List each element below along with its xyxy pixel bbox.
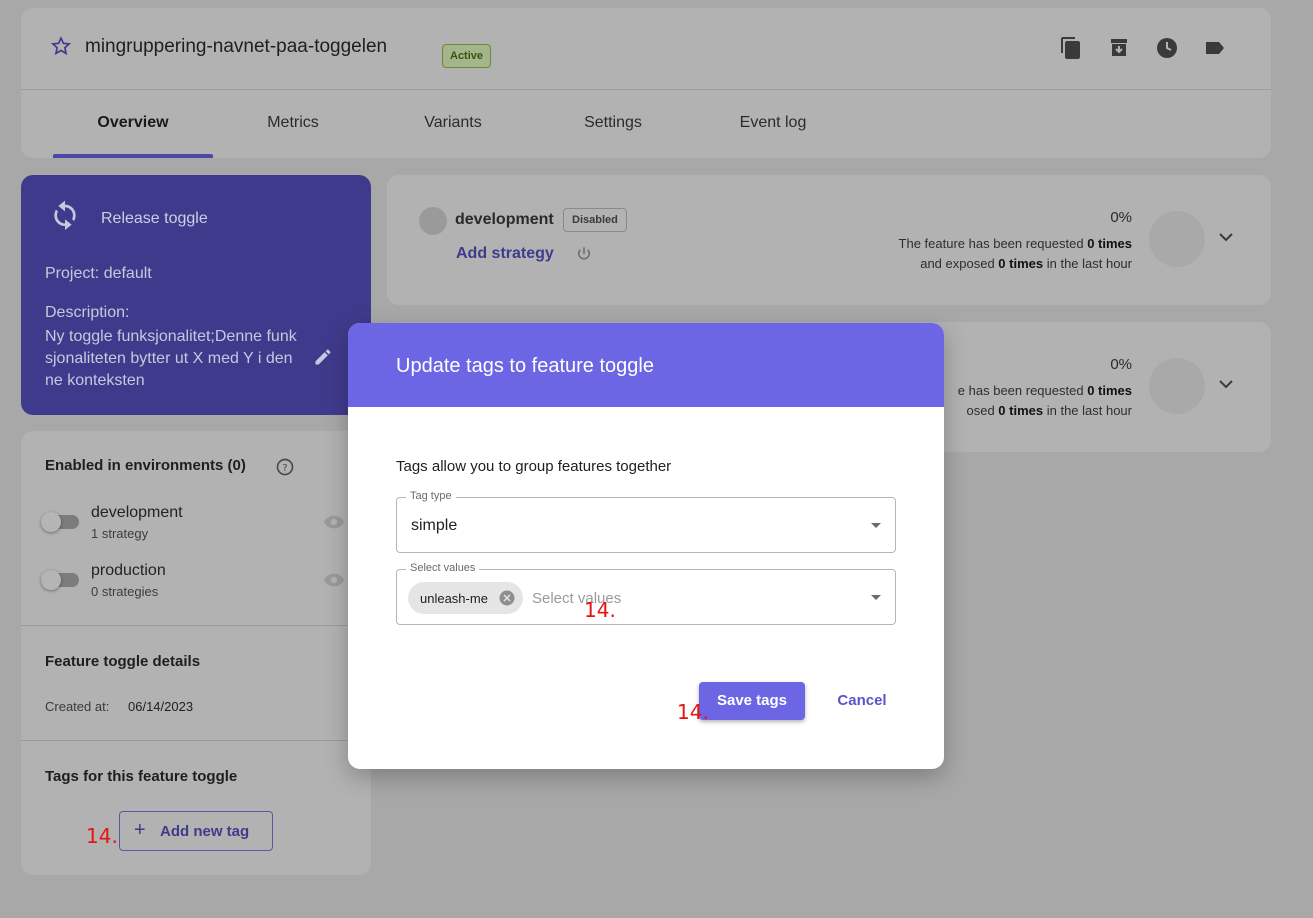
created-value: 06/14/2023: [128, 699, 194, 714]
created-label: Created at:: [45, 699, 110, 714]
tab-metrics[interactable]: Metrics: [213, 114, 373, 132]
env-row-development: development Disabled Add strategy 0% The…: [387, 175, 1271, 305]
remove-chip-icon[interactable]: [498, 589, 516, 607]
toggle-knob: [41, 512, 61, 532]
chevron-down-icon[interactable]: [1219, 379, 1233, 389]
save-tags-button[interactable]: Save tags: [699, 682, 805, 720]
copy-icon[interactable]: [1059, 36, 1083, 60]
tag-chip-label: unleash-me: [420, 591, 488, 606]
eye-icon[interactable]: [323, 572, 345, 588]
help-icon[interactable]: ?: [275, 457, 295, 477]
environments-title: Enabled in environments (0): [45, 457, 246, 474]
request-stats: The feature has been requested 0 times a…: [898, 236, 1132, 271]
project-label: Project: default: [45, 265, 152, 282]
select-values-legend: Select values: [406, 562, 480, 574]
select-values-field[interactable]: Select values unleash-me Select values: [396, 562, 896, 625]
archive-icon[interactable]: [1107, 36, 1131, 60]
tab-settings[interactable]: Settings: [533, 114, 693, 132]
tag-type-value: simple: [411, 517, 458, 534]
env-strategies-development: 1 strategy: [91, 526, 149, 541]
plus-icon: +: [134, 819, 146, 841]
tag-icon[interactable]: [1203, 36, 1227, 60]
description-label: Description:: [45, 304, 130, 321]
request-stats: e has been requested 0 times osed 0 time…: [957, 383, 1132, 418]
tag-chip[interactable]: unleash-me: [408, 582, 523, 614]
annotation-marker: 14.: [584, 598, 616, 622]
feature-header: mingruppering-navnet-paa-toggelen Active…: [21, 8, 1271, 158]
active-tab-indicator: [53, 154, 213, 158]
divider: [21, 740, 371, 741]
cloud-icon: [419, 207, 447, 235]
divider: [21, 625, 371, 626]
cancel-button[interactable]: Cancel: [822, 682, 902, 720]
svg-text:?: ?: [282, 463, 287, 474]
exposure-gauge: [1149, 211, 1205, 267]
header-divider: [21, 89, 1271, 90]
dialog-header: Update tags to feature toggle: [348, 323, 944, 407]
tags-title: Tags for this feature toggle: [45, 768, 238, 785]
add-strategy-link[interactable]: Add strategy: [456, 245, 554, 263]
description-text: Ny toggle funksjonalitet;Denne funksjona…: [45, 328, 297, 389]
status-badge: Active: [442, 44, 492, 68]
env-name-production: production: [91, 562, 166, 579]
env-strategies-production: 0 strategies: [91, 584, 159, 599]
add-new-tag-label: Add new tag: [160, 823, 250, 840]
refresh-icon: [54, 200, 76, 230]
tag-type-legend: Tag type: [406, 490, 456, 502]
env-name-development: development: [91, 504, 183, 521]
feature-name: mingruppering-navnet-paa-toggelen: [85, 36, 388, 57]
tag-type-select[interactable]: Tag type simple: [396, 490, 896, 553]
dialog-hint: Tags allow you to group features togethe…: [396, 458, 672, 475]
power-icon[interactable]: [575, 245, 593, 263]
dropdown-arrow-icon[interactable]: [871, 595, 881, 600]
dropdown-arrow-icon[interactable]: [871, 523, 881, 528]
disabled-badge: Disabled: [563, 208, 627, 232]
update-tags-dialog: Update tags to feature toggle Tags allow…: [348, 323, 944, 769]
star-icon[interactable]: [51, 36, 71, 56]
dialog-title: Update tags to feature toggle: [396, 355, 654, 377]
history-icon[interactable]: [1155, 36, 1179, 60]
exposure-percent: 0%: [1110, 209, 1132, 226]
chevron-down-icon[interactable]: [1219, 232, 1233, 242]
tab-event-log[interactable]: Event log: [693, 114, 853, 132]
tab-variants[interactable]: Variants: [373, 114, 533, 132]
add-new-tag-button[interactable]: + Add new tag: [119, 811, 273, 851]
eye-icon[interactable]: [323, 514, 345, 530]
exposure-gauge: [1149, 358, 1205, 414]
toggle-knob: [41, 570, 61, 590]
tab-overview[interactable]: Overview: [53, 114, 213, 132]
environments-card: Enabled in environments (0) ? developmen…: [21, 431, 371, 875]
exposure-percent: 0%: [1110, 356, 1132, 373]
env-row-name: development: [455, 211, 554, 228]
annotation-marker: 14.: [86, 824, 118, 848]
details-title: Feature toggle details: [45, 653, 201, 670]
toggle-type: Release toggle: [101, 210, 208, 227]
edit-icon[interactable]: [313, 347, 333, 367]
annotation-marker: 14.: [677, 700, 709, 724]
release-toggle-card: Release toggle Project: default Descript…: [21, 175, 371, 415]
